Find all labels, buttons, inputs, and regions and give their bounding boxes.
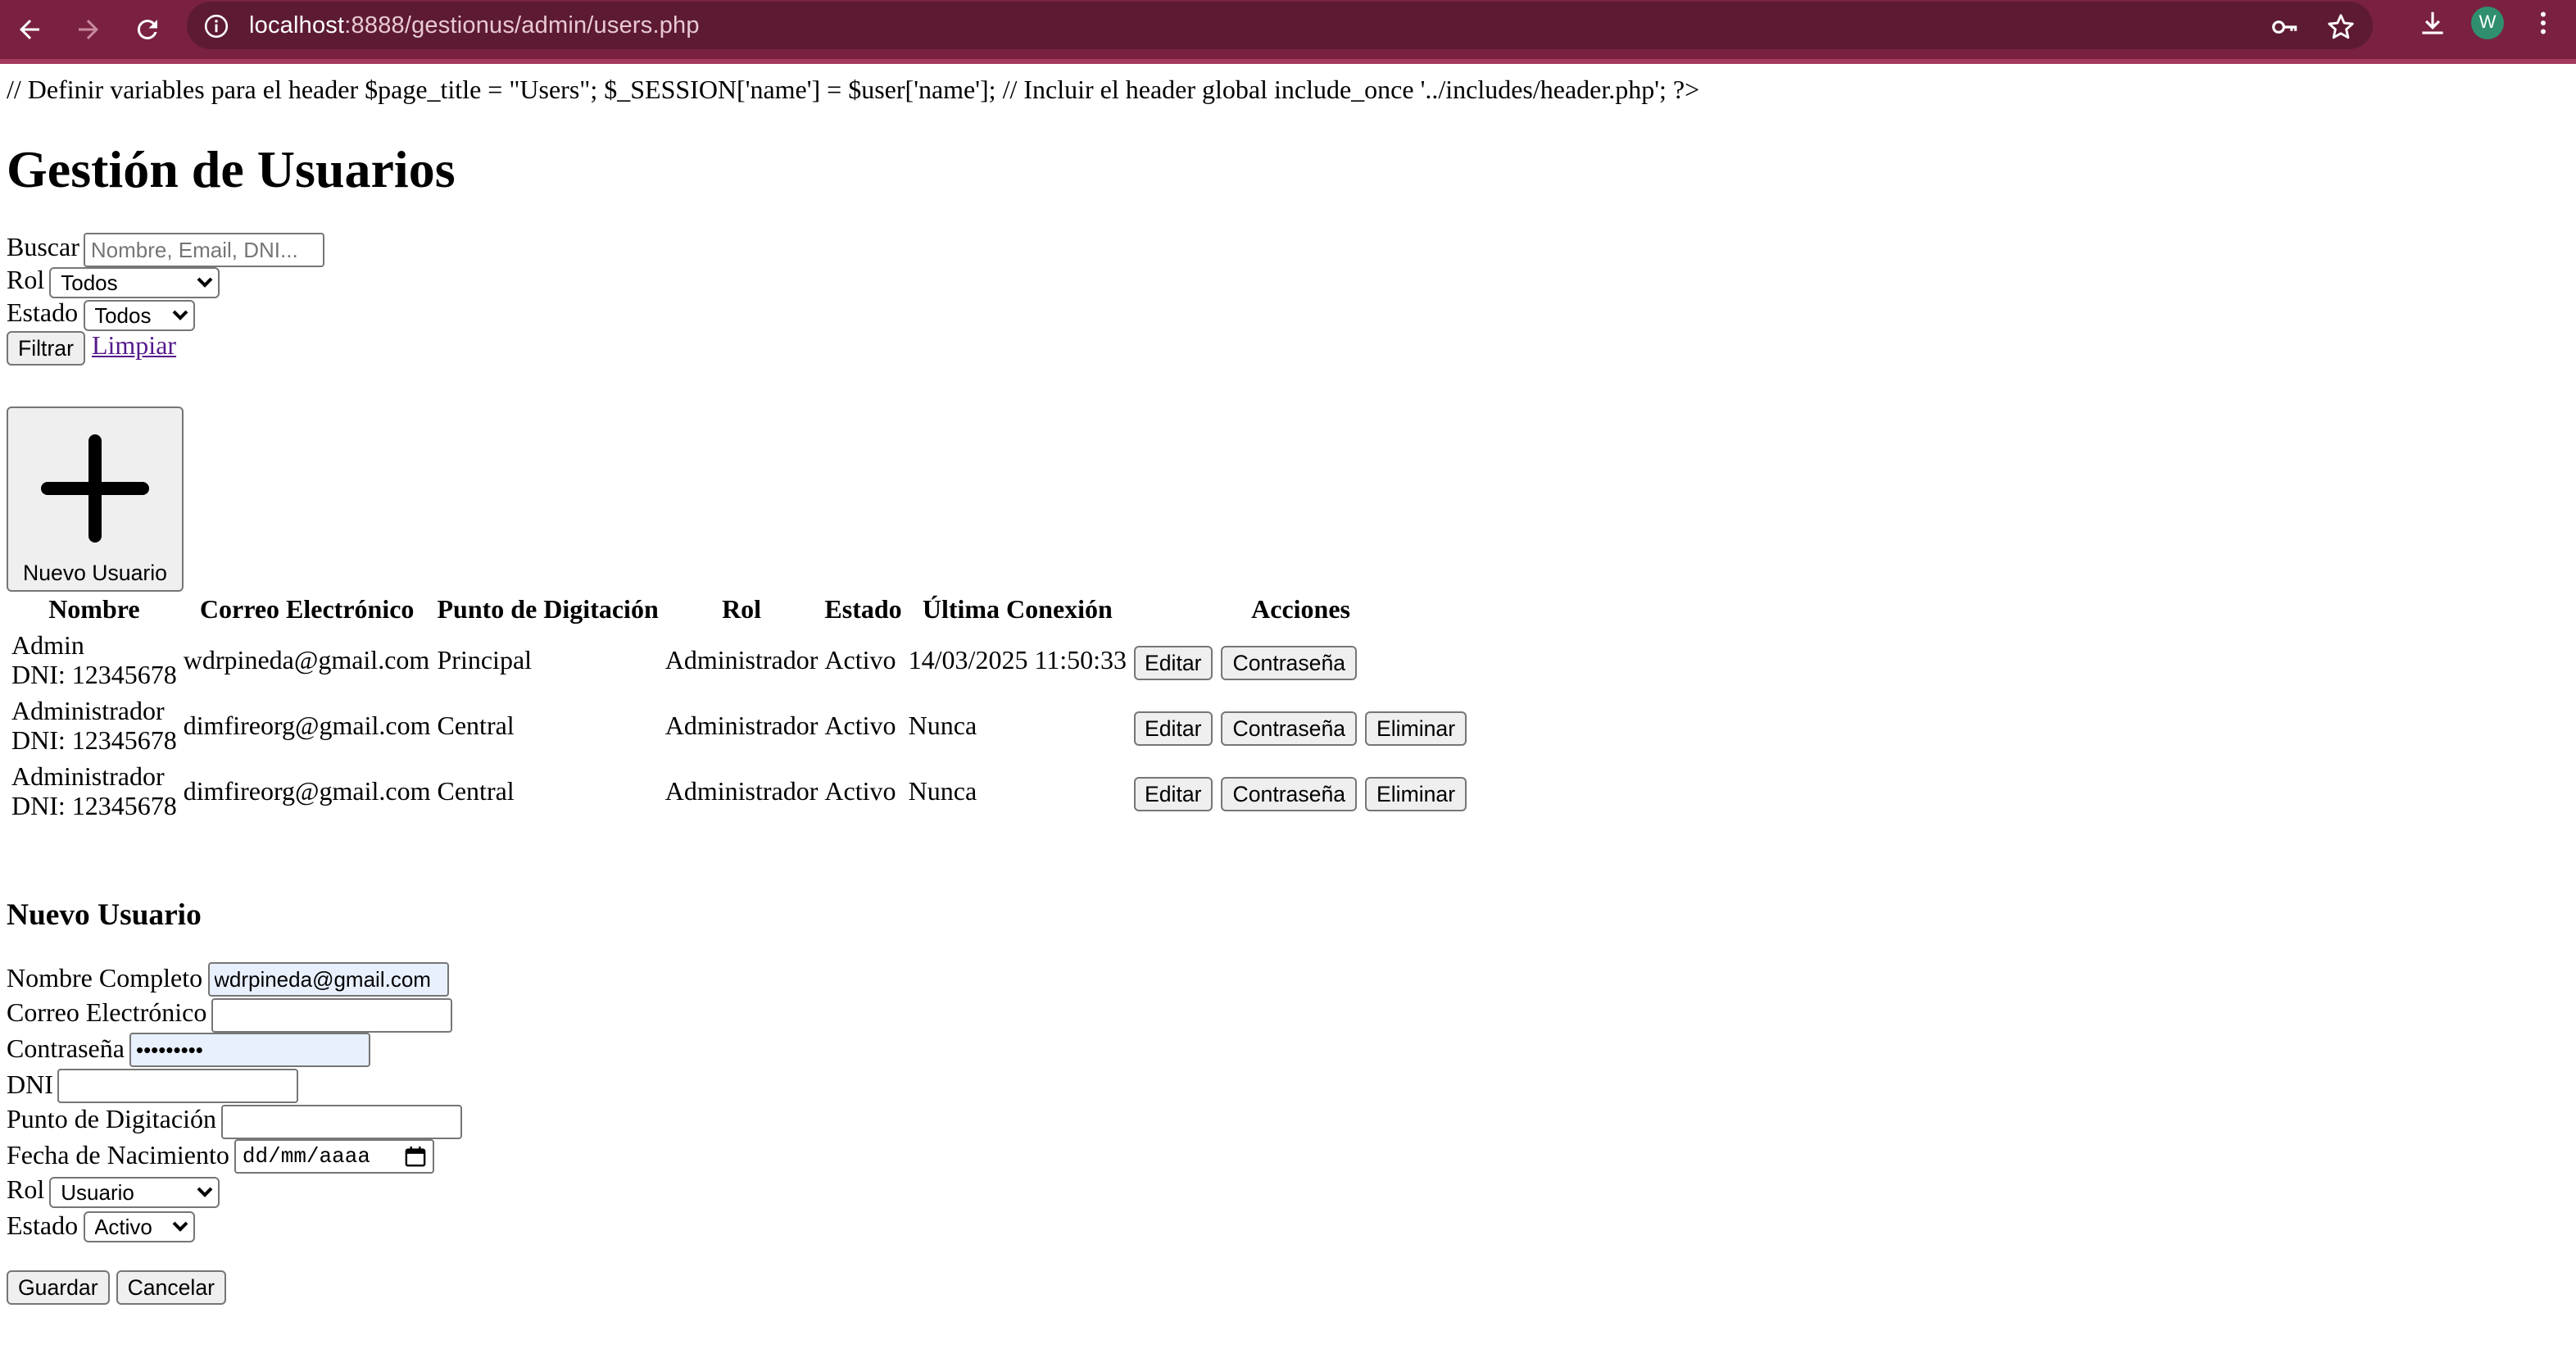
user-dni: DNI: 12345678	[11, 662, 177, 690]
actions-cell: Editar Contraseña Eliminar	[1132, 762, 1470, 824]
user-last-login: 14/03/2025 11:50:33	[908, 647, 1127, 675]
site-info-icon[interactable]	[202, 11, 231, 40]
form-status-label: Estado	[7, 1212, 79, 1241]
user-status: Activo	[824, 647, 896, 675]
form-role-label: Rol	[7, 1177, 45, 1206]
dni-label: DNI	[7, 1071, 53, 1100]
bookmark-star-icon[interactable]	[2324, 10, 2356, 43]
user-last-login: Nunca	[908, 713, 977, 741]
user-dni: DNI: 12345678	[11, 728, 177, 756]
user-point: Principal	[437, 647, 533, 675]
user-status: Activo	[824, 779, 896, 806]
edit-button[interactable]: Editar	[1133, 645, 1213, 679]
menu-dots-icon[interactable]	[2527, 7, 2560, 39]
user-point: Central	[437, 779, 515, 806]
role-filter-select[interactable]: Todos	[49, 266, 220, 298]
email-input[interactable]	[211, 997, 453, 1033]
password-label: Contraseña	[7, 1035, 125, 1064]
birth-date-input[interactable]: dd/mm/aaaa	[234, 1139, 434, 1174]
user-email: dimfireorg@gmail.com	[183, 713, 431, 741]
calendar-icon[interactable]	[405, 1147, 426, 1168]
col-header-status: Estado	[824, 597, 902, 625]
user-last-login: Nunca	[908, 779, 977, 806]
user-dni: DNI: 12345678	[11, 793, 177, 821]
reload-icon[interactable]	[128, 10, 167, 49]
filter-button[interactable]: Filtrar	[7, 330, 85, 365]
col-header-role: Rol	[722, 597, 762, 625]
delete-button[interactable]: Eliminar	[1365, 711, 1467, 745]
search-label: Buscar	[7, 234, 79, 262]
forward-icon[interactable]	[69, 10, 108, 49]
plus-icon	[41, 434, 149, 543]
user-email: dimfireorg@gmail.com	[183, 779, 431, 806]
password-button[interactable]: Contraseña	[1221, 645, 1358, 679]
user-email: wdrpineda@gmail.com	[183, 647, 430, 675]
birth-date-placeholder: dd/mm/aaaa	[242, 1144, 370, 1170]
user-point: Central	[437, 713, 515, 741]
clear-filters-link[interactable]: Limpiar	[92, 331, 176, 364]
col-header-email: Correo Electrónico	[199, 597, 415, 625]
user-name-cell: Administrador DNI: 12345678	[10, 762, 179, 824]
user-name: Admin	[11, 633, 84, 661]
key-icon[interactable]	[2268, 10, 2301, 43]
birth-date-label: Fecha de Nacimiento	[7, 1142, 229, 1170]
col-header-actions: Acciones	[1251, 597, 1350, 625]
full-name-label: Nombre Completo	[7, 965, 203, 993]
full-name-input[interactable]	[207, 962, 449, 997]
password-button[interactable]: Contraseña	[1221, 776, 1358, 811]
profile-avatar[interactable]: W	[2471, 7, 2504, 39]
page-content: // Definir variables para el header $pag…	[0, 77, 2576, 1305]
address-bar[interactable]: localhost:8888/gestionus/admin/users.php	[187, 2, 2373, 49]
user-name: Administrador	[11, 698, 165, 726]
table-row: Administrador DNI: 12345678 dimfireorg@gm…	[10, 762, 1470, 824]
table-header-row: Nombre Correo Electrónico Punto de Digit…	[10, 595, 1470, 628]
back-icon[interactable]	[10, 10, 49, 49]
user-role: Administrador	[664, 713, 819, 741]
table-row: Administrador DNI: 12345678 dimfireorg@gm…	[10, 697, 1470, 759]
col-header-point: Punto de Digitación	[437, 597, 659, 625]
search-input[interactable]	[84, 232, 325, 266]
browser-toolbar: localhost:8888/gestionus/admin/users.php…	[0, 0, 2576, 64]
form-role-select[interactable]: Usuario	[49, 1176, 220, 1208]
cancel-button[interactable]: Cancelar	[116, 1270, 226, 1305]
actions-cell: Editar Contraseña	[1132, 631, 1470, 693]
user-name: Administrador	[11, 764, 165, 792]
password-input[interactable]	[129, 1033, 370, 1068]
form-status-select[interactable]: Activo	[83, 1211, 195, 1243]
page-title: Gestión de Usuarios	[7, 139, 456, 198]
users-table: Nombre Correo Electrónico Punto de Digit…	[7, 592, 1473, 828]
user-role: Administrador	[664, 647, 819, 675]
user-status: Activo	[824, 713, 896, 741]
email-label: Correo Electrónico	[7, 1000, 207, 1029]
status-filter-label: Estado	[7, 300, 79, 328]
edit-button[interactable]: Editar	[1133, 776, 1213, 811]
status-filter-select[interactable]: Todos	[83, 299, 195, 330]
user-name-cell: Admin DNI: 12345678	[10, 631, 179, 693]
new-user-form: Nombre Completo Correo Electrónico Contr…	[7, 962, 2569, 1305]
delete-button[interactable]: Eliminar	[1365, 776, 1467, 811]
password-button[interactable]: Contraseña	[1221, 711, 1358, 745]
col-header-last-login: Última Conexión	[922, 597, 1113, 625]
user-name-cell: Administrador DNI: 12345678	[10, 697, 179, 759]
col-header-name: Nombre	[48, 597, 140, 625]
table-row: Admin DNI: 12345678 wdrpineda@gmail.com P…	[10, 631, 1470, 693]
php-code-leak: // Definir variables para el header $pag…	[7, 77, 1700, 105]
digit-point-input[interactable]	[220, 1104, 462, 1139]
dni-input[interactable]	[57, 1069, 299, 1104]
download-icon[interactable]	[2415, 7, 2448, 39]
digit-point-label: Punto de Digitación	[7, 1106, 216, 1135]
new-user-button-label: Nuevo Usuario	[23, 561, 167, 585]
user-role: Administrador	[664, 779, 819, 806]
save-button[interactable]: Guardar	[7, 1270, 110, 1305]
new-user-button[interactable]: Nuevo Usuario	[7, 407, 184, 592]
actions-cell: Editar Contraseña Eliminar	[1132, 697, 1470, 759]
new-user-form-title: Nuevo Usuario	[7, 898, 202, 933]
filter-form: Buscar Rol Todos Estado Todos Filtrar Li…	[7, 232, 2569, 365]
edit-button[interactable]: Editar	[1133, 711, 1213, 745]
url-text: localhost:8888/gestionus/admin/users.php	[249, 12, 700, 39]
role-filter-label: Rol	[7, 267, 45, 295]
